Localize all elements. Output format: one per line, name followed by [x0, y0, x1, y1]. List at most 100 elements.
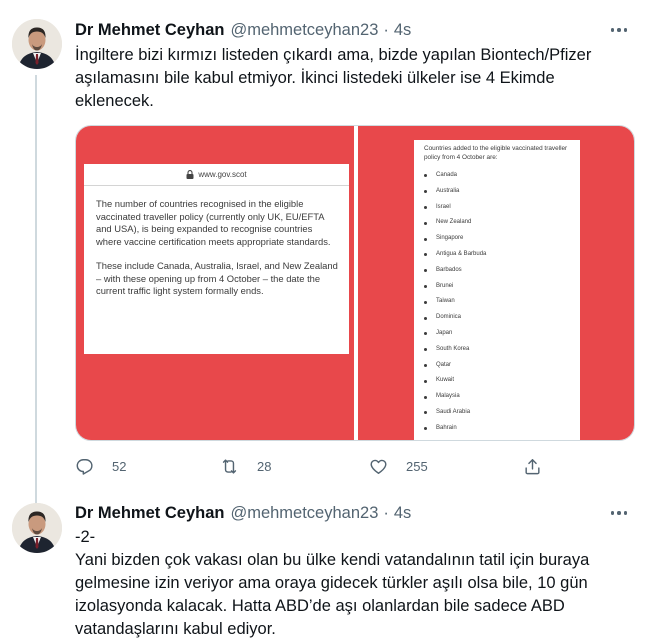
- more-icon[interactable]: [608, 502, 630, 524]
- country-list-item: Barbados: [424, 263, 572, 279]
- author-name[interactable]: Dr Mehmet Ceyhan: [75, 504, 224, 523]
- tweet-text: İngiltere bizi kırmızı listeden çıkardı …: [75, 44, 635, 113]
- bullet-icon: [424, 269, 427, 273]
- heart-icon: [370, 459, 387, 474]
- bullet-icon: [424, 253, 427, 257]
- share-button[interactable]: [523, 455, 542, 477]
- country-name: New Zealand: [436, 219, 472, 226]
- country-name: Israel: [436, 203, 451, 210]
- bullet-icon: [424, 237, 427, 241]
- country-name: Japan: [436, 329, 453, 336]
- country-name: Barbados: [436, 266, 462, 273]
- country-list-item: Israel: [424, 200, 572, 216]
- tweet-header: Dr Mehmet Ceyhan @mehmetceyhan23 · 4s: [75, 19, 411, 41]
- author-handle[interactable]: @mehmetceyhan23: [230, 504, 378, 523]
- gov-paragraph: The number of countries recognised in th…: [96, 198, 331, 247]
- gov-paragraph: These include Canada, Australia, Israel,…: [96, 260, 338, 296]
- country-list-item: New Zealand: [424, 215, 572, 231]
- tweet-text-line: eklenecek.: [75, 92, 154, 110]
- country-name: Canada: [436, 172, 458, 178]
- tweet-text-line: aşılamasını bile kabul etmiyor. İkinci l…: [75, 69, 555, 87]
- country-list-item: Dominica: [424, 310, 572, 326]
- country-name: Kuwait: [436, 377, 455, 384]
- tweet[interactable]: Dr Mehmet Ceyhan @mehmetceyhan23 · 4s İn…: [0, 0, 650, 515]
- bullet-icon: [424, 332, 427, 336]
- tweet-text-line: izolasyonda kalacak. Hatta ABD’de aşı ol…: [75, 597, 565, 615]
- bullet-icon: [424, 300, 427, 304]
- gov-scot-screenshot: www.gov.scot The number of countries rec…: [84, 164, 349, 354]
- like-count: 255: [406, 458, 428, 474]
- bullet-icon: [424, 427, 427, 431]
- country-name: Australia: [436, 187, 460, 194]
- tweet-media[interactable]: www.gov.scot The number of countries rec…: [75, 125, 635, 441]
- country-list: Canada Australia Israel New Zealand Singapor…: [424, 168, 572, 437]
- bullet-icon: [424, 348, 427, 352]
- tweet-text: -2- Yani bizden çok vakası olan bu ülke …: [75, 526, 635, 641]
- url-text: www.gov.scot: [198, 170, 247, 179]
- tweet-actions: 52 28 255: [75, 455, 635, 477]
- tweet-timestamp[interactable]: 4s: [394, 504, 411, 523]
- media-image-gov-scot[interactable]: www.gov.scot The number of countries rec…: [76, 126, 354, 440]
- bullet-icon: [424, 284, 427, 288]
- bullet-icon: [424, 411, 427, 415]
- retweet-icon: [222, 458, 237, 474]
- country-list-title: Countries added to the eligible vaccinat…: [424, 145, 568, 161]
- country-list-item: Australia: [424, 184, 572, 200]
- tweet-header: Dr Mehmet Ceyhan @mehmetceyhan23 · 4s: [75, 502, 411, 524]
- thread-connector-line: [35, 75, 37, 515]
- country-list-item: Singapore: [424, 231, 572, 247]
- country-name: Qatar: [436, 361, 452, 368]
- bullet-icon: [424, 174, 427, 178]
- country-list-screenshot: Countries added to the eligible vaccinat…: [414, 140, 580, 440]
- country-list-item: Taiwan: [424, 294, 572, 310]
- author-handle[interactable]: @mehmetceyhan23: [230, 21, 378, 40]
- bullet-icon: [424, 363, 427, 367]
- retweet-button[interactable]: 28: [220, 455, 271, 477]
- country-list-item: Brunei: [424, 279, 572, 295]
- tweet-text-line: vatandaşlarını kabul ediyor.: [75, 620, 276, 638]
- bullet-icon: [424, 205, 427, 209]
- country-list-item: Qatar: [424, 358, 572, 374]
- country-name: Bahrain: [436, 424, 457, 431]
- lock-icon: [186, 170, 194, 179]
- country-list-item: Kuwait: [424, 373, 572, 389]
- reply-button[interactable]: 52: [75, 455, 126, 477]
- tweet[interactable]: Dr Mehmet Ceyhan @mehmetceyhan23 · 4s -2…: [0, 490, 650, 641]
- bullet-icon: [424, 316, 427, 320]
- country-list-item: Malaysia: [424, 389, 572, 405]
- more-icon[interactable]: [608, 19, 630, 41]
- country-list-item: Canada: [424, 168, 572, 184]
- country-name: South Korea: [436, 345, 470, 352]
- country-name: Dominica: [436, 314, 462, 321]
- bullet-icon: [424, 395, 427, 399]
- country-name: Saudi Arabia: [436, 408, 471, 415]
- media-image-country-list[interactable]: Countries added to the eligible vaccinat…: [358, 126, 634, 440]
- gov-scot-text: The number of countries recognised in th…: [84, 186, 349, 298]
- retweet-count: 28: [257, 458, 272, 474]
- country-name: Brunei: [436, 282, 454, 289]
- country-name: Malaysia: [436, 393, 460, 400]
- tweet-text-line: gelmesine izin veriyor ama oraya gidecek…: [75, 574, 588, 592]
- country-list-item: Bahrain: [424, 421, 572, 437]
- like-button[interactable]: 255: [369, 455, 428, 477]
- country-name: Singapore: [436, 235, 464, 242]
- tweet-timestamp[interactable]: 4s: [394, 21, 411, 40]
- author-name[interactable]: Dr Mehmet Ceyhan: [75, 21, 224, 40]
- reply-count: 52: [112, 458, 127, 474]
- avatar[interactable]: [12, 19, 62, 69]
- bullet-icon: [424, 190, 427, 194]
- country-list-item: Saudi Arabia: [424, 405, 572, 421]
- avatar[interactable]: [12, 503, 62, 553]
- separator-dot: ·: [383, 503, 389, 522]
- bullet-icon: [424, 379, 427, 383]
- browser-url-bar: www.gov.scot: [84, 164, 349, 186]
- share-icon: [525, 458, 540, 474]
- country-list-item: Antigua & Barbuda: [424, 247, 572, 263]
- country-name: Taiwan: [436, 298, 455, 305]
- separator-dot: ·: [383, 20, 389, 39]
- tweet-text-line: -2-: [75, 528, 96, 546]
- bullet-icon: [424, 221, 427, 225]
- country-name: Antigua & Barbuda: [436, 250, 487, 257]
- tweet-text-line: Yani bizden çok vakası olan bu ülke kend…: [75, 551, 590, 569]
- reply-icon: [76, 458, 93, 475]
